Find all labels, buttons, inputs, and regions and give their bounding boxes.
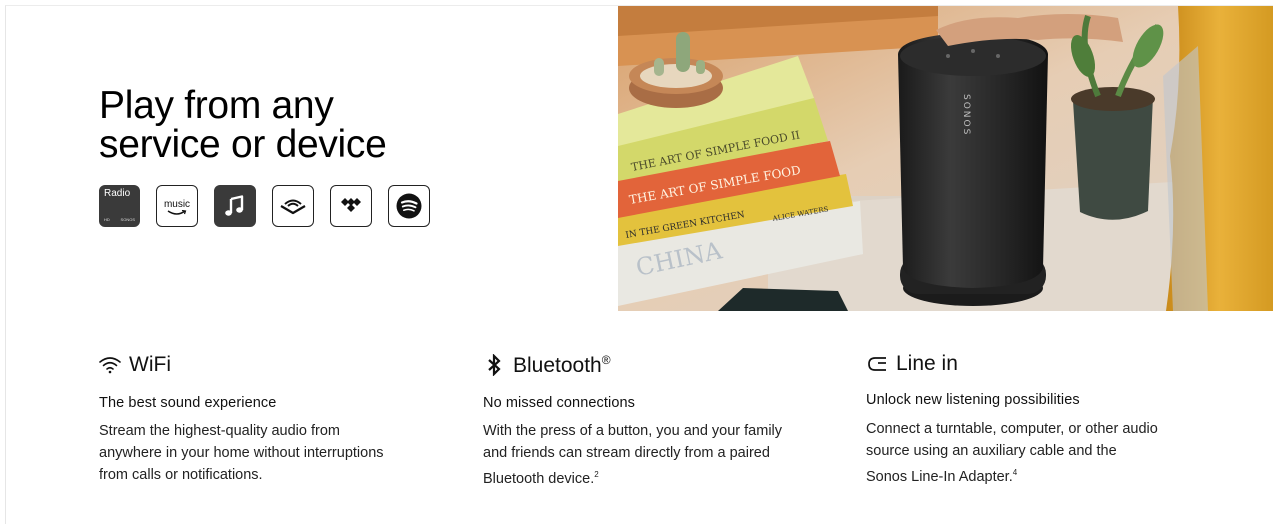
feature-line-in: Line in Unlock new listening possibiliti… <box>866 347 1206 488</box>
body-line: source using an auxiliary cable and the <box>866 443 1117 459</box>
feature-bluetooth-title: Bluetooth® <box>513 353 611 378</box>
feature-wifi: WiFi The best sound experience Stream th… <box>99 348 439 486</box>
registered-mark: ® <box>601 352 611 367</box>
feature-line-in-title: Line in <box>896 352 958 375</box>
body-line: Sonos Line-In Adapter. <box>866 469 1013 485</box>
service-logos: Radio HD SONOS music <box>99 185 430 227</box>
bluetooth-title-text: Bluetooth <box>513 353 602 377</box>
feature-line-in-subtitle: Unlock new listening possibilities <box>866 392 1080 408</box>
feature-line-in-header: Line in <box>866 347 1206 381</box>
audible-icon <box>272 185 314 227</box>
feature-wifi-title: WiFi <box>129 353 171 376</box>
spotify-icon <box>388 185 430 227</box>
line-in-icon <box>866 353 888 375</box>
apple-music-icon <box>214 185 256 227</box>
feature-bluetooth-subtitle: No missed connections <box>483 395 636 411</box>
wifi-icon <box>99 354 121 376</box>
footnote-link[interactable]: 2 <box>594 470 598 479</box>
amazon-smile-icon <box>167 210 187 215</box>
footnote-link[interactable]: 4 <box>1013 468 1017 477</box>
body-line: Bluetooth device. <box>483 471 595 487</box>
feature-bluetooth: Bluetooth® No missed connections With th… <box>483 348 823 490</box>
radio-label: Radio <box>104 188 131 199</box>
headline-line-2: service or device <box>99 123 387 166</box>
headline-line-1: Play from any <box>99 84 334 127</box>
feature-wifi-header: WiFi <box>99 348 439 382</box>
section-headline: Play from any service or device <box>99 86 539 164</box>
feature-line-in-body: Connect a turntable, computer, or other … <box>866 418 1206 488</box>
feature-bluetooth-body: With the press of a button, you and your… <box>483 420 823 490</box>
bluetooth-icon <box>483 354 505 376</box>
feature-wifi-body: Stream the highest-quality audio from an… <box>99 420 439 486</box>
body-line: from calls or notifications. <box>99 467 263 483</box>
feature-wifi-subtitle: The best sound experience <box>99 395 277 411</box>
body-line: and friends can stream directly from a p… <box>483 445 770 461</box>
speaker-lifestyle-photo: CHINA IN THE GREEN KITCHEN ALICE WATERS … <box>618 6 1273 311</box>
radio-brand-label: SONOS <box>120 217 135 222</box>
body-line: With the press of a button, you and your… <box>483 423 783 439</box>
body-line: Connect a turntable, computer, or other … <box>866 421 1158 437</box>
lifestyle-illustration: CHINA IN THE GREEN KITCHEN ALICE WATERS … <box>618 6 1273 311</box>
sonos-radio-icon: Radio HD SONOS <box>99 185 140 227</box>
body-line: Stream the highest-quality audio from <box>99 423 340 439</box>
amazon-music-icon: music <box>156 185 198 227</box>
radio-hd-label: HD <box>104 217 110 222</box>
feature-bluetooth-header: Bluetooth® <box>483 348 823 382</box>
amazon-music-label: music <box>163 198 191 210</box>
tidal-icon <box>330 185 372 227</box>
speaker-brand: SONOS <box>961 94 971 136</box>
body-line: anywhere in your home without interrupti… <box>99 445 384 461</box>
sonos-speaker: SONOS <box>898 32 1048 306</box>
